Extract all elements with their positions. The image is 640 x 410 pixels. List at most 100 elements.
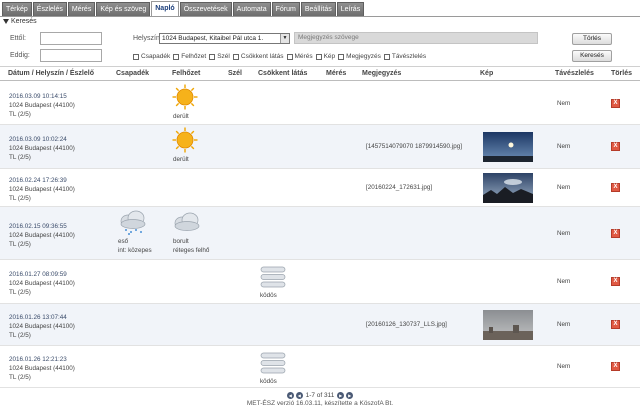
table-row[interactable]: 2016.01.27 08:09:59 1024 Budapest (44100)… [0,260,640,304]
table-row[interactable]: 2016.01.26 13:07:44 1024 Budapest (44100)… [0,304,640,346]
col-cloud[interactable]: Felhőzet [172,70,200,77]
filter-checkbox-2[interactable]: Szél [209,53,230,60]
row-remote: Nem [557,184,571,191]
fog-icon [259,350,287,378]
col-note[interactable]: Megjegyzés [362,70,401,77]
checkbox-box[interactable] [286,53,293,60]
row-place: 1024 Budapest (44100) [9,186,75,193]
table-row[interactable]: 2016.03.09 10:14:15 1024 Budapest (44100)… [0,82,640,125]
row-observer: TL (2/5) [9,289,31,296]
tab-1[interactable]: Észlelés [32,2,67,16]
last-page-icon[interactable]: ▶ [346,392,354,399]
row-image-thumbnail[interactable] [483,132,533,162]
row-note[interactable]: [1457514079070 1879914590.jpg] [366,143,462,150]
row-image-thumbnail[interactable] [483,173,533,203]
search-button[interactable]: Keresés [572,50,612,62]
row-place: 1024 Budapest (44100) [9,323,75,330]
col-measure[interactable]: Mérés [326,70,346,77]
table-row[interactable]: 2016.02.24 17:26:39 1024 Budapest (44100)… [0,169,640,207]
checkbox-label: Felhőzet [181,53,207,60]
col-remote[interactable]: Távészlelés [555,70,594,77]
tab-4[interactable]: Napló [151,1,179,16]
search-toggle[interactable]: Keresés [3,18,37,25]
row-date[interactable]: 2016.01.27 08:09:59 [9,271,67,278]
from-label: Ettől: [10,35,26,42]
col-delete[interactable]: Törlés [611,70,632,77]
sun-icon [172,127,198,155]
row-observer: TL (2/5) [9,240,31,248]
location-label: Helyszín: [133,35,162,42]
row-date[interactable]: 2016.01.26 12:21:23 [9,356,67,363]
checkbox-box[interactable] [383,53,390,60]
checkbox-label: Szél [217,53,230,60]
to-date-input[interactable] [40,49,102,62]
col-wind[interactable]: Szél [228,70,242,77]
row-note[interactable]: [20160224_172631.jpg] [366,184,432,191]
row-date[interactable]: 2016.01.26 13:07:44 [9,314,67,321]
row-delete-button[interactable]: X [611,277,620,286]
search-panel: Keresés Ettől: Eddig: Helyszín: 1024 Bud… [0,17,640,67]
row-place: 1024 Budapest (44100) [9,145,75,152]
row-observer: TL (2/5) [9,110,31,118]
row-delete-button[interactable]: X [611,320,620,329]
row-delete-button[interactable]: X [611,362,620,371]
row-delete-button[interactable]: X [611,228,620,238]
tab-2[interactable]: Mérés [67,2,96,16]
checkbox-label: Csökkent látás [240,53,284,60]
filter-checkbox-6[interactable]: Megjegyzés [338,53,381,60]
tab-0[interactable]: Térkép [2,2,32,16]
tab-5[interactable]: Összevetések [179,2,232,16]
checkbox-box[interactable] [315,53,322,60]
checkbox-label: Megjegyzés [346,53,381,60]
checkbox-box[interactable] [338,53,345,60]
checkbox-box[interactable] [209,53,216,60]
filter-checkbox-0[interactable]: Csapadék [133,53,170,60]
filter-checkbox-1[interactable]: Felhőzet [173,53,206,60]
location-select[interactable]: 1024 Budapest, Kitaibel Pál utca 1. ▼ [159,33,290,44]
checkbox-box[interactable] [133,53,139,60]
tab-7[interactable]: Fórum [271,2,300,16]
filter-checkbox-4[interactable]: Mérés [286,53,313,60]
delete-button[interactable]: Törlés [572,33,612,45]
row-date[interactable]: 2016.02.24 17:26:39 [9,177,67,184]
filter-checkbox-3[interactable]: Csökkent látás [232,53,284,60]
col-date[interactable]: Dátum / Helyszín / Észlelő [8,70,94,77]
table-row[interactable]: 2016.03.09 10:02:24 1024 Budapest (44100)… [0,125,640,169]
table-row[interactable]: 2016.02.15 09:36:55 1024 Budapest (44100)… [0,207,640,260]
row-date[interactable]: 2016.02.15 09:36:55 [9,223,67,230]
first-page-icon[interactable]: ◀ [286,392,294,399]
prev-page-icon[interactable]: ◀ [295,392,303,399]
from-date-input[interactable] [40,32,102,45]
filter-checkbox-5[interactable]: Kép [315,53,336,60]
table-row[interactable]: 2016.01.26 12:21:23 1024 Budapest (44100)… [0,346,640,388]
tab-3[interactable]: Kép és szöveg [96,2,151,16]
cloud-icon [172,211,202,239]
filter-checkbox-7[interactable]: Távészlelés [383,53,426,60]
col-precip[interactable]: Csapadék [116,70,149,77]
row-date[interactable]: 2016.03.09 10:02:24 [9,136,67,143]
row-visibility: ködös [260,292,277,299]
row-delete-button[interactable]: X [611,142,620,151]
table-header: Dátum / Helyszín / Észlelő Csapadék Felh… [0,67,640,81]
row-delete-button[interactable]: X [611,98,620,108]
tab-9[interactable]: Leírás [336,2,365,16]
note-search-input[interactable]: Megjegyzés szövege [294,32,538,44]
row-delete-button[interactable]: X [611,183,620,192]
checkbox-box[interactable] [173,53,180,60]
to-label: Eddig: [10,52,30,59]
checkbox-label: Kép [323,53,336,60]
row-precip-intensity: int: közepes [118,247,152,254]
row-image-thumbnail[interactable] [483,310,533,340]
search-header: Keresés [11,18,37,25]
col-visibility[interactable]: Csökkent látás [258,70,307,77]
next-page-icon[interactable]: ▶ [337,392,345,399]
rain-cloud-icon [118,209,148,237]
col-image[interactable]: Kép [480,70,493,77]
tab-8[interactable]: Beállítás [300,2,336,16]
checkbox-box[interactable] [232,53,239,60]
tab-6[interactable]: Automata [232,2,271,16]
dropdown-arrow-icon: ▼ [280,34,289,43]
row-note[interactable]: [20160126_130737_LLS.jpg] [366,321,447,328]
row-date[interactable]: 2016.03.09 10:14:15 [9,93,67,100]
row-cloud: derült [173,156,189,163]
